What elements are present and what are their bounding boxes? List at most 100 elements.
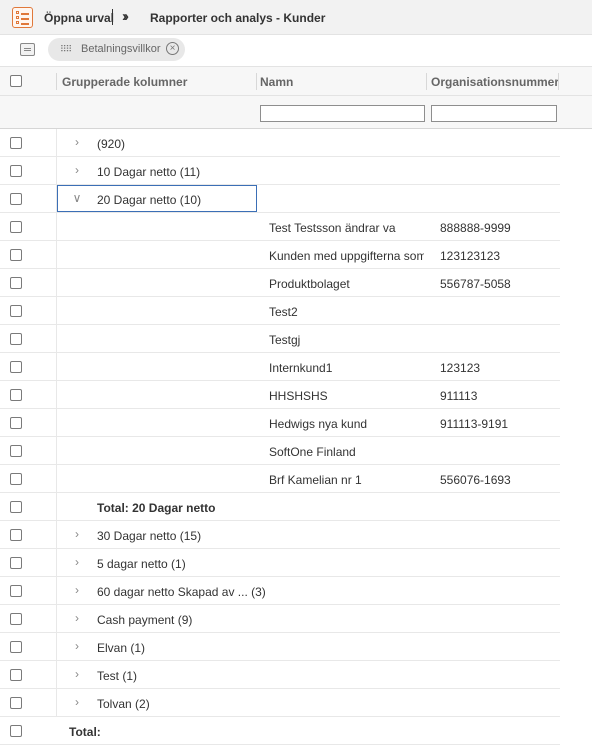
customer-row[interactable]: Test Testsson ändrar va 888888-9999 (0, 213, 560, 241)
customer-row[interactable]: Internkund1 123123 (0, 353, 560, 381)
group-row[interactable]: › Tolvan (2) (0, 689, 560, 717)
column-divider (56, 605, 57, 633)
selection-list-icon[interactable] (12, 7, 33, 28)
name-filter-input[interactable] (260, 105, 425, 122)
customer-row[interactable]: Hedwigs nya kund 911113-9191 (0, 409, 560, 437)
column-divider (56, 213, 57, 241)
group-total-row[interactable]: Total: 20 Dagar netto (0, 493, 560, 521)
row-checkbox[interactable] (10, 305, 22, 317)
customer-row[interactable]: Test2 (0, 297, 560, 325)
chevron-right-icon[interactable]: › (71, 611, 83, 625)
group-total-label: Total: 20 Dagar netto (97, 501, 216, 515)
row-checkbox[interactable] (10, 697, 22, 709)
column-divider[interactable] (56, 73, 57, 90)
column-divider[interactable] (426, 73, 427, 90)
group-label: 30 Dagar netto (15) (97, 529, 202, 543)
row-checkbox[interactable] (10, 725, 22, 737)
customer-row[interactable]: HHSHSHS 911113 (0, 381, 560, 409)
row-checkbox[interactable] (10, 221, 22, 233)
customer-name: Test Testsson ändrar va (269, 221, 396, 235)
row-checkbox[interactable] (10, 249, 22, 261)
group-row[interactable]: › (920) (0, 129, 560, 157)
org-number-filter-input[interactable] (431, 105, 557, 122)
column-divider (56, 521, 57, 549)
row-checkbox[interactable] (10, 193, 22, 205)
chevron-right-icon[interactable]: › (71, 695, 83, 709)
row-checkbox[interactable] (10, 417, 22, 429)
grand-total-row[interactable]: Total: (0, 717, 560, 745)
chevron-right-icon[interactable]: › (71, 527, 83, 541)
drag-handle-icon[interactable]: ⠿⠿ (60, 44, 72, 55)
row-checkbox[interactable] (10, 501, 22, 513)
chevron-right-icon[interactable]: › (71, 163, 83, 177)
grid-header: Grupperade kolumner Namn Organisationsnu… (0, 67, 592, 96)
group-row[interactable]: › Test (1) (0, 661, 560, 689)
customer-row[interactable]: SoftOne Finland (0, 437, 560, 465)
customer-name: Produktbolaget (269, 277, 350, 291)
group-label: 60 dagar netto Skapad av ... (3) (97, 585, 266, 599)
column-divider (56, 661, 57, 689)
customer-org-number: 123123 (440, 361, 481, 375)
group-row[interactable]: › 5 dagar netto (1) (0, 549, 560, 577)
column-divider (56, 437, 57, 465)
breadcrumb: Rapporter och analys - Kunder (150, 11, 326, 25)
column-divider[interactable] (558, 73, 559, 90)
group-row[interactable]: › 30 Dagar netto (15) (0, 521, 560, 549)
select-all-checkbox[interactable] (10, 75, 22, 87)
group-label: 10 Dagar netto (11) (97, 165, 201, 179)
open-selection-button[interactable]: Öppna urval (44, 11, 114, 25)
chevron-right-icon[interactable]: › (71, 667, 83, 681)
grand-total-label: Total: (69, 725, 101, 739)
customer-name: HHSHSHS (269, 389, 328, 403)
group-row[interactable]: ∨ 20 Dagar netto (10) (0, 185, 560, 213)
top-toolbar: Öppna urval ›› Rapporter och analys - Ku… (0, 0, 592, 35)
group-panel-icon[interactable] (20, 43, 35, 56)
column-divider (56, 689, 57, 717)
customer-org-number: 911113 (440, 389, 478, 403)
group-row[interactable]: › 10 Dagar netto (11) (0, 157, 560, 185)
chevron-right-icon[interactable]: › (71, 583, 83, 597)
row-checkbox[interactable] (10, 669, 22, 681)
row-checkbox[interactable] (10, 165, 22, 177)
column-divider[interactable] (256, 73, 257, 90)
customer-name: Internkund1 (269, 361, 333, 375)
customer-row[interactable]: Produktbolaget 556787-5058 (0, 269, 560, 297)
chevron-right-icon[interactable]: › (71, 639, 83, 653)
group-row[interactable]: › Elvan (1) (0, 633, 560, 661)
row-checkbox[interactable] (10, 445, 22, 457)
group-label: Test (1) (97, 669, 138, 683)
group-label: Elvan (1) (97, 641, 146, 655)
row-checkbox[interactable] (10, 613, 22, 625)
group-chip[interactable]: ⠿⠿ Betalningsvillkor × (48, 38, 185, 61)
chevron-right-icon[interactable]: › (71, 555, 83, 569)
row-checkbox[interactable] (10, 333, 22, 345)
row-checkbox[interactable] (10, 557, 22, 569)
filter-row (0, 96, 592, 129)
row-checkbox[interactable] (10, 277, 22, 289)
row-checkbox[interactable] (10, 137, 22, 149)
column-divider (56, 409, 57, 437)
group-row[interactable]: › Cash payment (9) (0, 605, 560, 633)
customer-row[interactable]: Brf Kamelian nr 1 556076-1693 (0, 465, 560, 493)
column-divider (56, 297, 57, 325)
row-checkbox[interactable] (10, 641, 22, 653)
header-name[interactable]: Namn (260, 75, 293, 89)
row-checkbox[interactable] (10, 585, 22, 597)
customer-row[interactable]: Testgj (0, 325, 560, 353)
row-checkbox[interactable] (10, 389, 22, 401)
customer-org-number: 556076-1693 (440, 473, 511, 487)
group-row[interactable]: › 60 dagar netto Skapad av ... (3) (0, 577, 560, 605)
column-divider (56, 325, 57, 353)
row-checkbox[interactable] (10, 529, 22, 541)
chevron-right-icon[interactable]: › (71, 135, 83, 149)
close-icon[interactable]: × (166, 42, 179, 55)
customer-row[interactable]: Kunden med uppgifterna som… 123123123 (0, 241, 560, 269)
header-org-number[interactable]: Organisationsnummer (431, 75, 559, 89)
customer-org-number: 888888-9999 (440, 221, 511, 235)
customer-name: Testgj (269, 333, 301, 347)
customer-name: SoftOne Finland (269, 445, 356, 459)
customer-name: Kunden med uppgifterna som… (269, 249, 424, 263)
row-checkbox[interactable] (10, 361, 22, 373)
header-grouped-columns[interactable]: Grupperade kolumner (62, 75, 187, 89)
row-checkbox[interactable] (10, 473, 22, 485)
